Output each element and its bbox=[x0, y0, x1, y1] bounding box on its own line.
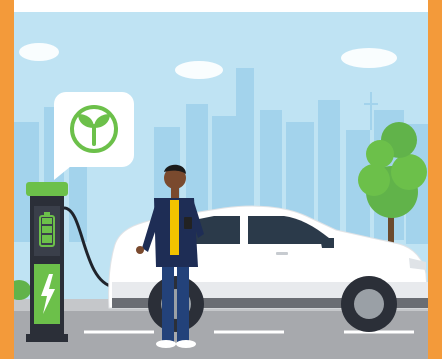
ev-charging-svg bbox=[14, 12, 428, 359]
illustration-scene bbox=[14, 12, 428, 359]
leaf-icon bbox=[70, 105, 118, 153]
top-white-strip bbox=[14, 0, 428, 12]
orange-frame bbox=[0, 0, 442, 359]
